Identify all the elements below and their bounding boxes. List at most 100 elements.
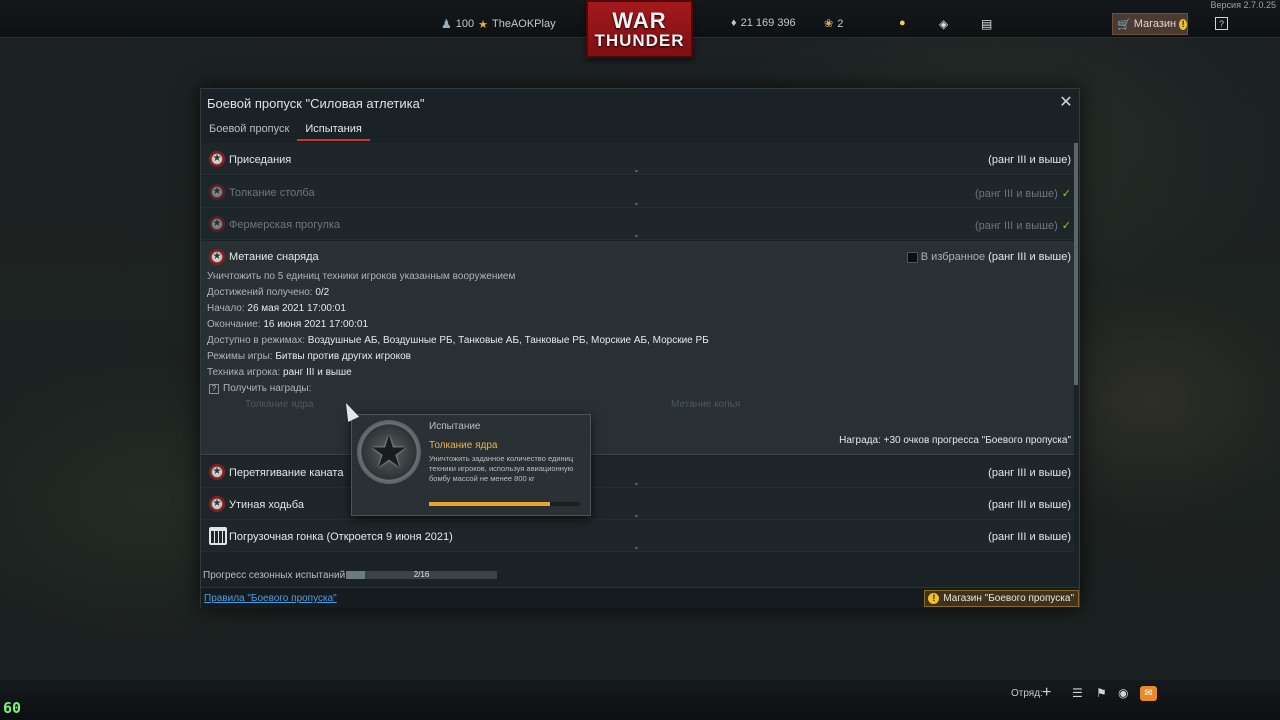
scrollbar[interactable] bbox=[1074, 143, 1078, 561]
challenge-row[interactable]: ★ Толкание столба (ранг III и выше) ✓ ⌄ bbox=[201, 176, 1077, 208]
checkmark-icon: ✓ bbox=[1061, 220, 1071, 232]
challenge-row[interactable]: Погрузочная гонка (Откроется 9 июня 2021… bbox=[201, 520, 1077, 552]
logo-text-top: WAR bbox=[612, 7, 667, 33]
coupons-button[interactable]: ▤ bbox=[981, 17, 992, 31]
start-line: Начало: 26 мая 2021 17:00:01 bbox=[207, 303, 346, 314]
chevron-down-icon: ⌄ bbox=[633, 230, 640, 239]
chevron-down-icon: ⌄ bbox=[633, 478, 640, 487]
reward-text: Награда: +30 очков прогресса "Боевого пр… bbox=[839, 435, 1071, 446]
add-squad-icon[interactable]: + bbox=[1042, 684, 1051, 702]
game-modes-value: Битвы против других игроков bbox=[275, 351, 411, 362]
challenge-rank: (ранг III и выше) bbox=[988, 251, 1071, 263]
challenge-rank: (ранг III и выше) bbox=[988, 467, 1071, 479]
expanded-challenge[interactable]: ★ Метание снаряда В избранное (ранг III … bbox=[201, 241, 1077, 455]
challenge-name: Фермерская прогулка bbox=[229, 219, 341, 231]
help-button[interactable]: ? bbox=[1215, 17, 1228, 30]
challenge-description: Уничтожить по 5 единиц техники игроков у… bbox=[207, 271, 516, 282]
tab-bar: Боевой пропуск Испытания bbox=[201, 119, 370, 141]
challenge-rank: (ранг III и выше) bbox=[988, 154, 1071, 166]
challenge-rank-wrap: (ранг III и выше) ✓ bbox=[975, 219, 1071, 232]
player-info[interactable]: ♟ 100 ★ TheAOKPlay bbox=[441, 17, 556, 31]
end-line: Окончание: 16 июня 2021 17:00:01 bbox=[207, 319, 368, 330]
chevron-down-icon: ⌄ bbox=[633, 165, 640, 174]
silver-icon: ♦ bbox=[731, 17, 737, 29]
season-progress-value: 2/16 bbox=[413, 570, 430, 579]
ticket-icon: ▤ bbox=[981, 17, 993, 31]
challenge-tooltip: ★ Испытание Толкание ядра Уничтожить зад… bbox=[351, 414, 591, 516]
tooltip-header: Испытание bbox=[429, 421, 481, 432]
help-icon[interactable]: ? bbox=[209, 384, 219, 394]
challenge-name: Перетягивание каната bbox=[229, 467, 344, 479]
challenge-row[interactable]: ★ Утиная ходьба (ранг III и выше) ⌄ bbox=[201, 488, 1077, 520]
vehicle-line: Техника игрока: ранг III и выше bbox=[207, 367, 352, 378]
tooltip-description: Уничтожить заданное количество единиц те… bbox=[429, 454, 574, 483]
chevron-down-icon: ⌄ bbox=[633, 198, 640, 207]
scrollbar-thumb[interactable] bbox=[1074, 143, 1078, 385]
achievements-value: 0/2 bbox=[315, 287, 330, 298]
favorite-label: В избранное bbox=[920, 251, 986, 263]
battle-pass-shop-button[interactable]: ! Магазин "Боевого пропуска" bbox=[924, 590, 1079, 607]
tooltip-progress-fill bbox=[429, 502, 550, 506]
chevron-down-icon: ⌄ bbox=[633, 510, 640, 519]
diamond-icon: ◈ bbox=[939, 17, 949, 31]
challenge-row[interactable]: ★ Фермерская прогулка (ранг III и выше) ✓… bbox=[201, 208, 1077, 240]
sub-challenge-shot-put[interactable]: Толкание ядра bbox=[245, 399, 313, 410]
game-modes-label: Режимы игры: bbox=[207, 351, 273, 362]
eagles-amount: 2 bbox=[837, 17, 844, 30]
help-icon: ? bbox=[1215, 17, 1228, 30]
challenge-rank-wrap: (ранг III и выше) ✓ bbox=[975, 187, 1071, 200]
medal-icon: ★ bbox=[209, 249, 225, 265]
golden-eagles[interactable]: ❀ 2 bbox=[824, 17, 844, 31]
close-icon[interactable]: ✕ bbox=[1057, 94, 1075, 112]
squad-label: Отряд: bbox=[1011, 688, 1043, 699]
modes-label: Доступно в режимах: bbox=[207, 335, 306, 346]
challenge-name: Метание снаряда bbox=[229, 251, 319, 263]
vehicle-value: ранг III и выше bbox=[283, 367, 352, 378]
unlocks-button[interactable]: ◈ bbox=[939, 17, 948, 31]
start-label: Начало: bbox=[207, 303, 245, 314]
eagle-icon: ❀ bbox=[824, 18, 834, 30]
alert-icon: ! bbox=[928, 593, 940, 604]
challenge-rank: (ранг III и выше) bbox=[988, 531, 1071, 543]
checkbox-box[interactable] bbox=[906, 251, 918, 263]
game-modes-line: Режимы игры: Битвы против других игроков bbox=[207, 351, 411, 362]
logo-text-bottom: THUNDER bbox=[594, 30, 685, 50]
achievements-line: Достижений получено: 0/2 bbox=[207, 287, 329, 298]
medal-icon: ★ bbox=[209, 184, 225, 200]
player-level: 100 bbox=[455, 18, 475, 30]
tab-challenges[interactable]: Испытания bbox=[297, 119, 370, 141]
rules-link[interactable]: Правила "Боевого пропуска" bbox=[204, 593, 337, 604]
medal-icon: ★ bbox=[209, 216, 225, 232]
challenge-rank: (ранг III и выше) bbox=[974, 188, 1058, 200]
fps-counter: 60 bbox=[3, 699, 22, 717]
silver-lions[interactable]: ♦ 21 169 396 bbox=[731, 17, 796, 29]
tab-battle-pass[interactable]: Боевой пропуск bbox=[201, 119, 297, 141]
challenge-rank: (ранг III и выше) bbox=[974, 220, 1058, 232]
tips-button[interactable]: ● bbox=[899, 17, 906, 29]
shop-button[interactable]: 🛒 Магазин ! bbox=[1112, 13, 1188, 35]
war-thunder-logo: WAR THUNDER bbox=[586, 0, 693, 58]
list-icon[interactable]: ☰ bbox=[1072, 686, 1083, 700]
cart-icon: 🛒 bbox=[1117, 18, 1131, 31]
checkmark-icon: ✓ bbox=[1061, 188, 1071, 200]
profile-icon: ♟ bbox=[441, 17, 452, 31]
premium-star-icon: ★ bbox=[478, 18, 488, 31]
bottom-bar bbox=[0, 680, 1280, 720]
battle-pass-shop-label: Магазин "Боевого пропуска" bbox=[943, 593, 1074, 604]
favorite-checkbox[interactable]: В избранное (ранг III и выше) bbox=[906, 251, 1071, 263]
challenge-row[interactable]: ★ Приседания (ранг III и выше) ⌄ bbox=[201, 143, 1077, 175]
star-medal-icon: ★ bbox=[357, 420, 421, 484]
lightbulb-icon: ● bbox=[899, 17, 906, 29]
medal-icon: ★ bbox=[209, 464, 225, 480]
challenge-row[interactable]: ★ Перетягивание каната (ранг III и выше)… bbox=[201, 456, 1077, 488]
battle-pass-window: Боевой пропуск "Силовая атлетика" ✕ Боев… bbox=[200, 88, 1080, 608]
medal-icon: ★ bbox=[209, 496, 225, 512]
mail-icon[interactable]: ✉ bbox=[1140, 686, 1157, 701]
clan-icon[interactable]: ⚑ bbox=[1096, 686, 1107, 700]
window-title: Боевой пропуск "Силовая атлетика" bbox=[207, 96, 425, 111]
medal-icon: ★ bbox=[209, 151, 225, 167]
chat-icon[interactable]: ◉ bbox=[1118, 686, 1128, 700]
version-label: Версия 2.7.0.25 bbox=[1210, 0, 1276, 10]
sub-challenge-javelin[interactable]: Метание копья bbox=[671, 399, 740, 410]
modes-value: Воздушные АБ, Воздушные РБ, Танковые АБ,… bbox=[307, 335, 709, 346]
